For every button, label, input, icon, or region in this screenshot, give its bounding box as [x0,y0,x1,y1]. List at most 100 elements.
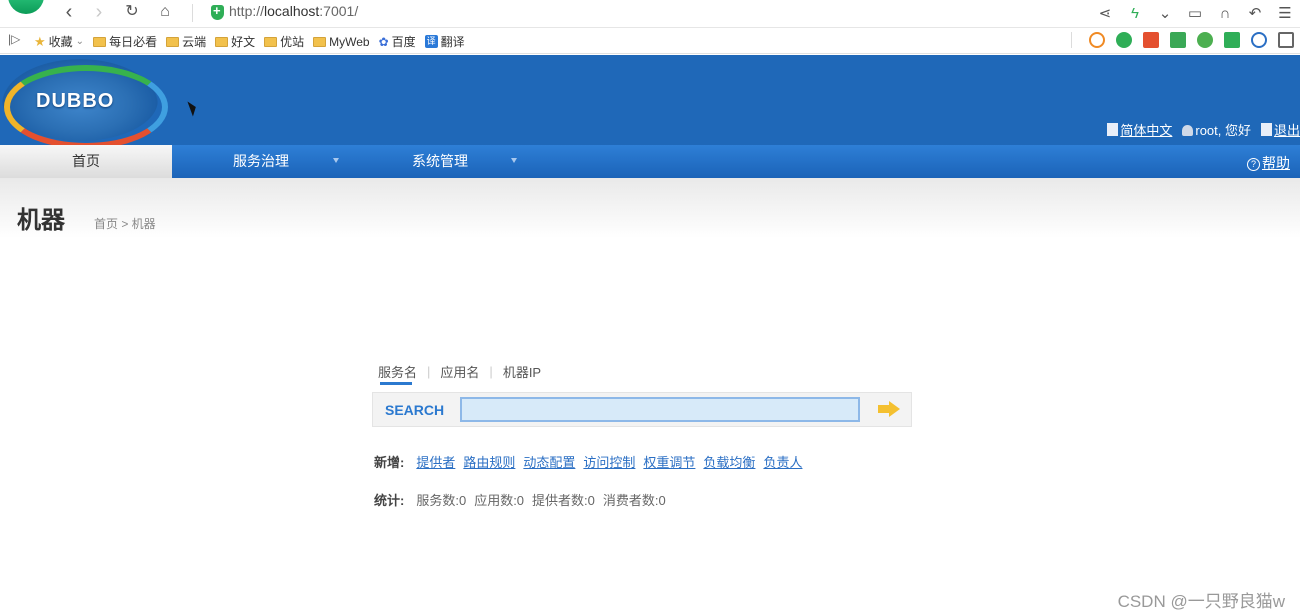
translate-icon: 译 [424,35,438,48]
bookmark-label: MyWeb [329,34,370,49]
bookmark-articles[interactable]: 好文 [215,33,255,50]
stat-applications: 应用数:0 [474,493,525,508]
add-provider-link[interactable]: 提供者 [416,452,455,471]
bookmark-cloud[interactable]: 云端 [166,33,206,50]
help-link[interactable]: ? 帮助 [1247,153,1290,173]
bookmark-baidu[interactable]: ✿ 百度 [379,33,416,50]
tab-divider: | [427,364,431,379]
add-owner-link[interactable]: 负责人 [763,452,802,471]
main-nav: 首页 服务治理 系统管理 ? 帮助 [0,145,1300,178]
help-icon: ? [1247,158,1260,171]
add-links-row: 新增: 提供者 路由规则 动态配置 访问控制 权重调节 负载均衡 负责人 [374,452,802,471]
bookmark-translate[interactable]: 译翻译 [424,33,465,50]
stat-providers: 提供者数:0 [532,493,595,508]
forward-icon[interactable]: › [88,2,110,24]
extension-divider [1071,32,1072,48]
tab-divider: | [489,364,493,379]
search-go-arrow-icon[interactable] [878,401,900,417]
bookmark-label: 翻译 [440,35,465,49]
extension-bar [1071,32,1300,48]
money-icon[interactable] [1197,32,1213,48]
scissors-icon[interactable] [1143,32,1159,48]
stats-row: 统计: 服务数:0 应用数:0 提供者数:0 消费者数:0 [374,490,666,509]
user-bar: 简体中文 root, 您好 退出 [1107,120,1300,139]
star-icon: ★ [34,33,46,49]
folder-icon [215,36,229,47]
language-link[interactable]: 简体中文 [1107,120,1172,139]
logo-text: DUBBO [36,90,115,112]
bookmark-list: ★ 收藏 ⌄ 每日必看 云端 好文 优站 MyWeb ✿ 百度 译翻译 [34,33,465,50]
add-load-balance-link[interactable]: 负载均衡 [703,452,755,471]
undo-icon[interactable]: ↶ [1246,5,1264,23]
reader-icon[interactable] [1116,32,1132,48]
refresh-icon[interactable]: ↻ [121,2,143,24]
grid-icon[interactable] [1278,32,1294,48]
breadcrumb: 首页 > 机器 [94,217,156,231]
add-label: 新增: [374,455,405,470]
url-host: localhost [264,3,320,19]
bookmark-sites[interactable]: 优站 [264,33,304,50]
search-tab-application[interactable]: 应用名 [440,362,479,381]
watermark: CSDN @一只野良猫w [1117,592,1285,611]
toolbar-divider [192,4,193,22]
download-icon[interactable] [1170,32,1186,48]
dubbo-logo[interactable]: DUBBO [2,59,168,149]
page-header: 机器 首页 > 机器 [0,178,1300,238]
nav-tab-system-management[interactable]: 系统管理 [412,145,468,178]
user-icon [1182,125,1194,136]
add-route-rule-link[interactable]: 路由规则 [463,452,515,471]
bookmark-label: 好文 [231,35,256,49]
logout-label: 退出 [1273,123,1300,138]
browser-actions: ⋖ ϟ ⌄ ▭ ∩ ↶ ☰ [1096,0,1300,28]
add-access-control-link[interactable]: 访问控制 [583,452,635,471]
browser-logo-icon [8,0,44,14]
search-box: SEARCH [372,392,912,427]
logout-link[interactable]: 退出 [1260,120,1300,139]
lightning-icon[interactable]: ϟ [1126,5,1144,23]
battery-icon[interactable]: ▭ [1186,5,1204,23]
sidebar-toggle-icon[interactable]: |▷ [8,32,20,46]
bookmark-myweb[interactable]: MyWeb [313,33,370,50]
app-header: DUBBO [0,55,1300,149]
page-title: 机器 [17,207,65,234]
home-icon[interactable]: ⌂ [154,2,176,24]
bookmark-favorites[interactable]: ★ 收藏 ⌄ [34,33,84,50]
folder-icon [313,36,327,47]
language-label: 简体中文 [1120,123,1173,138]
bookmark-bar: |▷ ★ 收藏 ⌄ 每日必看 云端 好文 优站 MyWeb ✿ 百度 译翻译 [0,28,1300,54]
search-icon[interactable] [1251,32,1267,48]
chevron-down-icon: ⌄ [75,36,85,47]
chevron-down-icon[interactable]: ⌄ [1156,5,1174,23]
address-bar[interactable]: http://localhost:7001/ [229,3,358,19]
logout-icon [1260,123,1272,136]
greeting-label: root, 您好 [1195,123,1251,138]
search-input[interactable] [460,397,860,422]
nav-tab-service-governance[interactable]: 服务治理 [233,145,289,178]
game-icon[interactable] [1224,32,1240,48]
minus-circle-icon[interactable] [1089,32,1105,48]
stat-consumers: 消费者数:0 [602,493,666,508]
stat-services: 服务数:0 [416,493,467,508]
headphones-icon[interactable]: ∩ [1216,5,1234,23]
bookmark-daily[interactable]: 每日必看 [93,33,157,50]
bookmark-label: 优站 [280,35,305,49]
bookmark-label: 百度 [391,35,416,49]
search-tab-service[interactable]: 服务名 [378,362,417,385]
document-icon [1107,123,1119,136]
add-dynamic-config-link[interactable]: 动态配置 [523,452,575,471]
add-weight-link[interactable]: 权重调节 [643,452,695,471]
search-type-tabs: 服务名 | 应用名 | 机器IP [378,362,541,385]
menu-icon[interactable]: ☰ [1276,5,1294,23]
secure-shield-icon [211,3,224,20]
search-tab-machine-ip[interactable]: 机器IP [503,362,541,381]
share-icon[interactable]: ⋖ [1096,5,1114,23]
chevron-down-icon [511,158,517,163]
url-port: :7001/ [319,3,359,19]
folder-icon [264,36,278,47]
nav-tab-home[interactable]: 首页 [0,145,172,178]
back-icon[interactable]: ‹ [58,2,80,24]
folder-icon [93,36,107,47]
bookmark-label: 收藏 [48,35,73,49]
paw-icon: ✿ [378,34,389,49]
stats-label: 统计: [374,493,405,508]
